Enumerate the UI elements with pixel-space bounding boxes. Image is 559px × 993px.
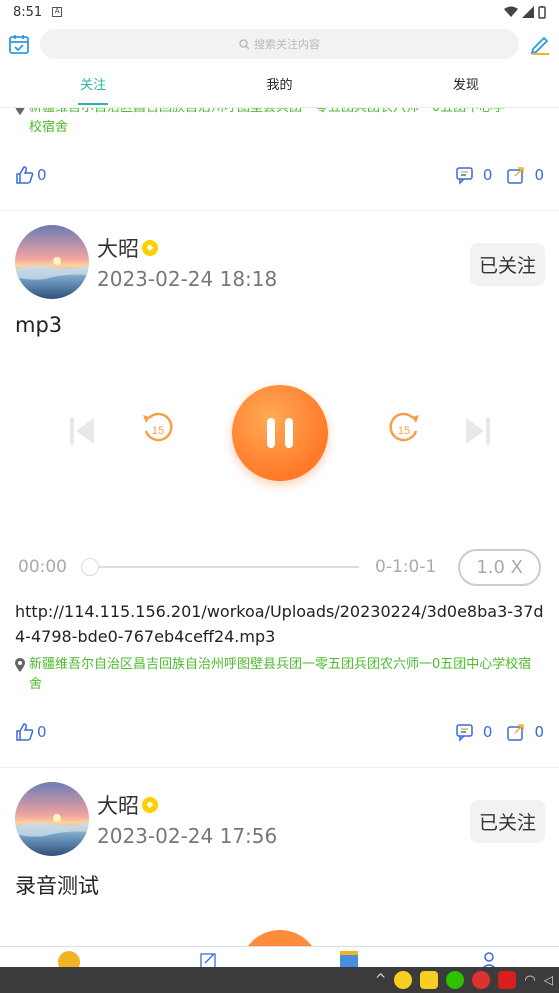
post-divider bbox=[0, 190, 559, 211]
tray-app-icon[interactable] bbox=[472, 971, 491, 989]
post-url[interactable]: http://114.115.156.201/workoa/Uploads/20… bbox=[0, 587, 559, 655]
status-icons bbox=[504, 5, 546, 19]
tray-app-icon[interactable] bbox=[420, 971, 439, 989]
tab-bar: 关注 我的 发现 bbox=[0, 64, 559, 108]
comment-count: 0 bbox=[482, 166, 493, 184]
search-input[interactable]: 搜索关注内容 bbox=[40, 29, 519, 59]
tab-discover[interactable]: 发现 bbox=[373, 64, 559, 107]
location-text: 新疆维吾尔自治区昌吉回族自治州呼图壁县兵团一零五团兵团农六师一0五团中心学校宿舍 bbox=[29, 657, 532, 692]
author-info: 大昭 ◆ 2023-02-24 18:18 bbox=[97, 233, 277, 291]
forward-15-icon[interactable]: 15 bbox=[386, 411, 422, 447]
previous-track-icon[interactable] bbox=[68, 415, 96, 447]
progress-knob[interactable] bbox=[81, 558, 99, 576]
location-row: 新疆维吾尔自治区昌吉回族自治州呼图壁县兵团一零五团兵团农六师一0五团中心学 校宿… bbox=[0, 108, 559, 138]
like-count: 0 bbox=[37, 723, 47, 741]
thumb-up-icon[interactable] bbox=[15, 165, 35, 185]
vip-badge-icon: ◆ bbox=[142, 240, 158, 256]
post-text: mp3 bbox=[15, 313, 63, 337]
tray-app-icon[interactable] bbox=[394, 971, 413, 989]
feed[interactable]: 新疆维吾尔自治区昌吉回族自治州呼图壁县兵团一零五团兵团农六师一0五团中心学 校宿… bbox=[0, 108, 559, 946]
progress-row: 00:00 0-1:0-1 1.0 X bbox=[0, 547, 559, 587]
battery-icon bbox=[538, 5, 546, 19]
avatar[interactable] bbox=[15, 782, 89, 856]
prev-post: 新疆维吾尔自治区昌吉回族自治州呼图壁县兵团一零五团兵团农六师一0五团中心学 校宿… bbox=[0, 108, 559, 211]
pause-button[interactable] bbox=[240, 930, 320, 946]
like-count: 0 bbox=[37, 166, 47, 184]
post-actions: 0 0 0 bbox=[0, 717, 559, 747]
status-bar: 8:51 A bbox=[0, 0, 559, 24]
top-bar: 搜索关注内容 bbox=[0, 26, 559, 62]
audio-player: 15 15 bbox=[0, 337, 559, 547]
location-pin-icon bbox=[15, 658, 25, 672]
search-icon bbox=[239, 38, 250, 50]
share-icon[interactable] bbox=[506, 722, 526, 742]
post-divider bbox=[0, 747, 559, 768]
bottom-nav bbox=[0, 946, 559, 967]
forward-label: 15 bbox=[398, 425, 410, 437]
volume-icon[interactable]: ◁ bbox=[544, 973, 553, 987]
post-text: 录音测试 bbox=[15, 874, 99, 898]
progress-slider[interactable] bbox=[81, 558, 360, 576]
write-icon[interactable] bbox=[200, 951, 218, 967]
signal-icon bbox=[522, 6, 534, 18]
author-row: 大昭 ◆ bbox=[97, 233, 277, 263]
audio-player-partial bbox=[0, 900, 559, 946]
post-card: 大昭 ◆ 2023-02-24 18:18 已关注 mp3 15 15 00:0… bbox=[0, 211, 559, 768]
author-row: 大昭 ◆ bbox=[97, 790, 277, 820]
share-count: 0 bbox=[534, 723, 544, 741]
profile-icon[interactable] bbox=[480, 951, 498, 967]
author-name[interactable]: 大昭 bbox=[97, 790, 139, 820]
rewind-15-icon[interactable]: 15 bbox=[140, 411, 176, 447]
post-card: 大昭 ◆ 2023-02-24 17:56 已关注 录音测试 bbox=[0, 768, 559, 946]
pause-bar-icon bbox=[267, 418, 275, 448]
rewind-label: 15 bbox=[152, 425, 164, 437]
notification-icon: A bbox=[52, 7, 63, 17]
pause-bar-icon bbox=[285, 418, 293, 448]
share-count: 0 bbox=[534, 166, 544, 184]
share-icon[interactable] bbox=[506, 165, 526, 185]
post-date: 2023-02-24 17:56 bbox=[97, 824, 278, 848]
thumb-up-icon[interactable] bbox=[15, 722, 35, 742]
wechat-icon[interactable] bbox=[446, 971, 465, 989]
wifi-icon bbox=[504, 6, 518, 17]
current-time: 00:00 bbox=[18, 557, 67, 577]
status-time: 8:51 bbox=[13, 4, 43, 20]
edit-icon[interactable] bbox=[529, 33, 551, 55]
post-header: 大昭 ◆ 2023-02-24 18:18 已关注 bbox=[0, 211, 559, 299]
home-icon[interactable] bbox=[58, 951, 80, 967]
author-name[interactable]: 大昭 bbox=[97, 233, 139, 263]
post-date: 2023-02-24 18:18 bbox=[97, 267, 278, 291]
notebook-icon[interactable] bbox=[340, 951, 358, 967]
author-info: 大昭 ◆ 2023-02-24 17:56 bbox=[97, 790, 277, 848]
location-pin-icon bbox=[15, 108, 25, 115]
speed-button[interactable]: 1.0 X bbox=[458, 548, 541, 586]
next-track-icon[interactable] bbox=[464, 415, 492, 447]
comment-icon[interactable] bbox=[455, 722, 475, 742]
comment-icon[interactable] bbox=[455, 165, 475, 185]
chevron-up-icon[interactable]: ^ bbox=[375, 972, 387, 988]
tab-following[interactable]: 关注 bbox=[0, 64, 186, 107]
tab-mine[interactable]: 我的 bbox=[186, 64, 372, 107]
search-placeholder: 搜索关注内容 bbox=[254, 38, 320, 51]
post-actions: 0 0 0 bbox=[0, 160, 559, 190]
calendar-icon[interactable] bbox=[8, 33, 30, 55]
location-text-tail: 校宿舍 bbox=[29, 120, 69, 135]
wifi-icon[interactable]: ◠ bbox=[524, 973, 535, 988]
tray-app-icon[interactable] bbox=[498, 971, 517, 989]
follow-button[interactable]: 已关注 bbox=[469, 243, 545, 286]
duration: 0-1:0-1 bbox=[375, 557, 437, 577]
pause-button[interactable] bbox=[232, 385, 328, 481]
location-text-clipped: 新疆维吾尔自治区昌吉回族自治州呼图壁县兵团一零五团兵团农六师一0五团中心学 bbox=[29, 108, 505, 118]
location-row: 新疆维吾尔自治区昌吉回族自治州呼图壁县兵团一零五团兵团农六师一0五团中心学校宿舍 bbox=[0, 655, 559, 695]
comment-count: 0 bbox=[482, 723, 493, 741]
avatar[interactable] bbox=[15, 225, 89, 299]
post-header: 大昭 ◆ 2023-02-24 17:56 已关注 bbox=[0, 768, 559, 856]
follow-button[interactable]: 已关注 bbox=[469, 800, 545, 843]
vip-badge-icon: ◆ bbox=[142, 797, 158, 813]
system-taskbar: ^ ◠ ◁ bbox=[0, 967, 559, 993]
